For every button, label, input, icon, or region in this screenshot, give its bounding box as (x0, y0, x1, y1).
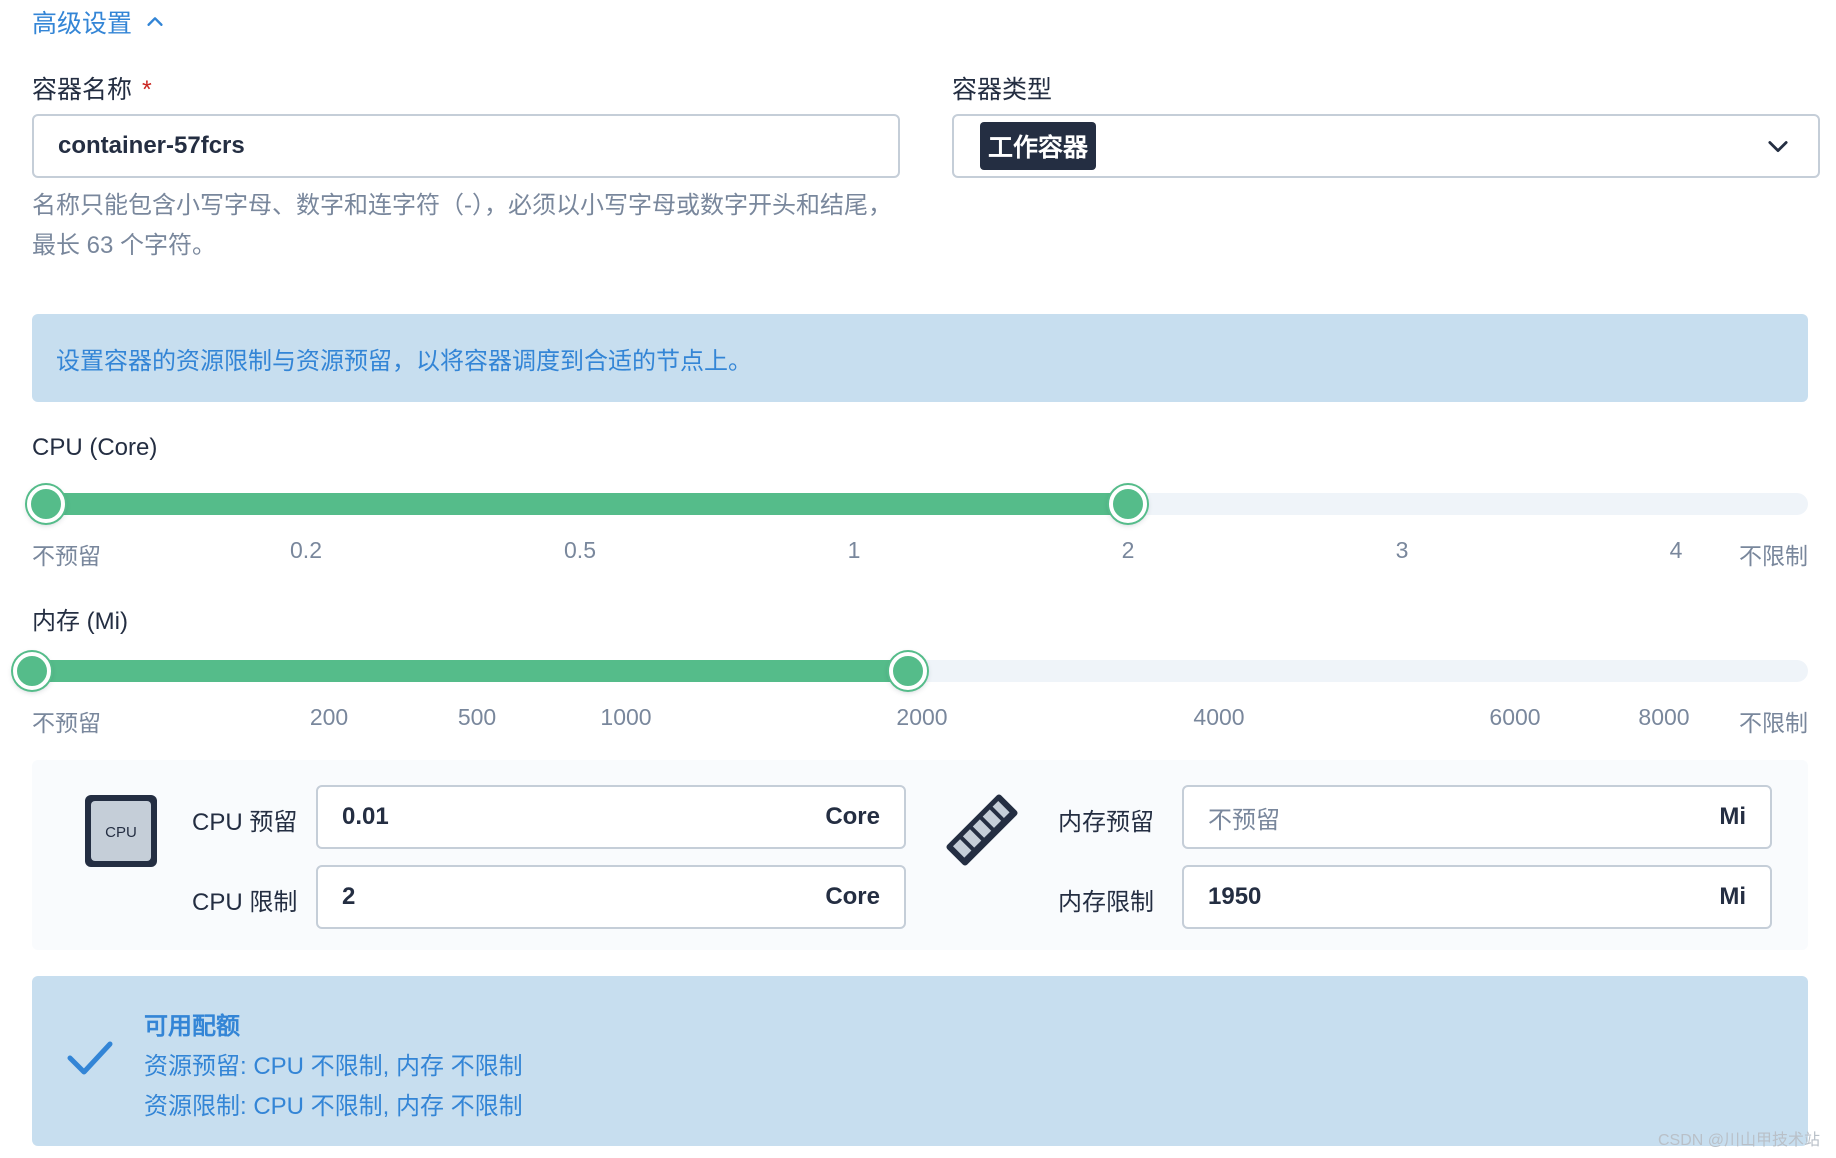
watermark: CSDN @川山甲技术站 (1657, 1132, 1820, 1149)
memory-tick[interactable]: 不限制 (1739, 704, 1808, 738)
quota-reserve-line: 资源预留: CPU 不限制, 内存 不限制 (144, 1053, 523, 1080)
memory-limit-label: 内存限制 (1058, 889, 1154, 916)
memory-tick[interactable]: 500 (458, 704, 496, 731)
chevron-up-icon (147, 17, 163, 26)
checkmark-icon (67, 1041, 113, 1075)
cpu-tick[interactable]: 3 (1396, 537, 1409, 564)
memory-reserve-placeholder: 不预留 (1208, 806, 1280, 834)
container-name-input[interactable]: container-57fcrs (32, 114, 900, 178)
cpu-icon-label: CPU (105, 824, 137, 841)
cpu-limit-value: 2 (342, 883, 356, 910)
quota-limit-line: 资源限制: CPU 不限制, 内存 不限制 (144, 1093, 523, 1120)
resource-info-banner: 设置容器的资源限制与资源预留，以将容器调度到合适的节点上。 (32, 314, 1808, 402)
cpu-limit-input[interactable]: 2 Core (316, 865, 906, 929)
resource-input-panel: CPU CPU 预留 0.01 Core CPU 限制 2 Core 内存预留 … (32, 760, 1808, 950)
cpu-tick[interactable]: 0.2 (290, 537, 322, 564)
container-type-selected: 工作容器 (980, 122, 1097, 170)
memory-tick[interactable]: 6000 (1489, 704, 1540, 731)
cpu-tick[interactable]: 不限制 (1739, 537, 1808, 571)
memory-tick[interactable]: 2000 (896, 704, 947, 731)
cpu-tick[interactable]: 2 (1122, 537, 1135, 564)
cpu-reserve-value: 0.01 (342, 803, 389, 830)
memory-limit-value: 1950 (1208, 883, 1262, 910)
memory-reserve-input[interactable]: 不预留 Mi (1182, 785, 1772, 849)
memory-tick[interactable]: 4000 (1193, 704, 1244, 731)
quota-title: 可用配额 (144, 1013, 240, 1040)
container-name-label: 容器名称 * (32, 76, 152, 104)
memory-reserve-label: 内存预留 (1058, 809, 1154, 836)
memory-tick[interactable]: 200 (310, 704, 348, 731)
memory-slider-fill (18, 660, 908, 682)
section-title: 高级设置 (32, 10, 133, 38)
available-quota-box: 可用配额 资源预留: CPU 不限制, 内存 不限制 资源限制: CPU 不限制… (32, 976, 1808, 1146)
memory-tick[interactable]: 1000 (600, 704, 651, 731)
container-name-value: container-57fcrs (58, 132, 245, 159)
cpu-tick[interactable]: 4 (1670, 537, 1683, 564)
memory-stick-icon (946, 794, 1018, 866)
cpu-reserve-input[interactable]: 0.01 Core (316, 785, 906, 849)
memory-limit-unit: Mi (1719, 883, 1746, 910)
container-type-select[interactable]: 工作容器 (952, 114, 1820, 178)
cpu-limit-handle[interactable] (1109, 485, 1147, 523)
memory-limit-input[interactable]: 1950 Mi (1182, 865, 1772, 929)
cpu-chip-icon: CPU (85, 795, 157, 867)
memory-slider-title: 内存 (Mi) (32, 608, 128, 635)
memory-reserve-unit: Mi (1719, 803, 1746, 830)
container-name-hint: 名称只能包含小写字母、数字和连字符（-），必须以小写字母或数字开头和结尾，最长 … (32, 192, 892, 259)
memory-tick[interactable]: 不预留 (32, 704, 101, 738)
resource-info-text: 设置容器的资源限制与资源预留，以将容器调度到合适的节点上。 (56, 347, 752, 375)
memory-reserve-handle[interactable] (13, 652, 51, 690)
cpu-reserve-label: CPU 预留 (192, 809, 298, 836)
cpu-tick[interactable]: 1 (848, 537, 861, 564)
cpu-limit-label: CPU 限制 (192, 889, 298, 916)
cpu-slider-fill (32, 493, 1128, 515)
cpu-limit-unit: Core (825, 883, 880, 910)
memory-tick[interactable]: 8000 (1638, 704, 1689, 731)
container-type-label: 容器类型 (952, 76, 1053, 104)
chevron-down-icon (1768, 141, 1788, 153)
required-mark: * (142, 76, 152, 104)
cpu-slider-title: CPU (Core) (32, 434, 158, 461)
cpu-tick[interactable]: 不预留 (32, 537, 101, 571)
cpu-tick[interactable]: 0.5 (564, 537, 596, 564)
cpu-reserve-unit: Core (825, 803, 880, 830)
memory-limit-handle[interactable] (889, 652, 927, 690)
advanced-settings-toggle[interactable]: 高级设置 (32, 4, 166, 40)
cpu-reserve-handle[interactable] (27, 485, 65, 523)
